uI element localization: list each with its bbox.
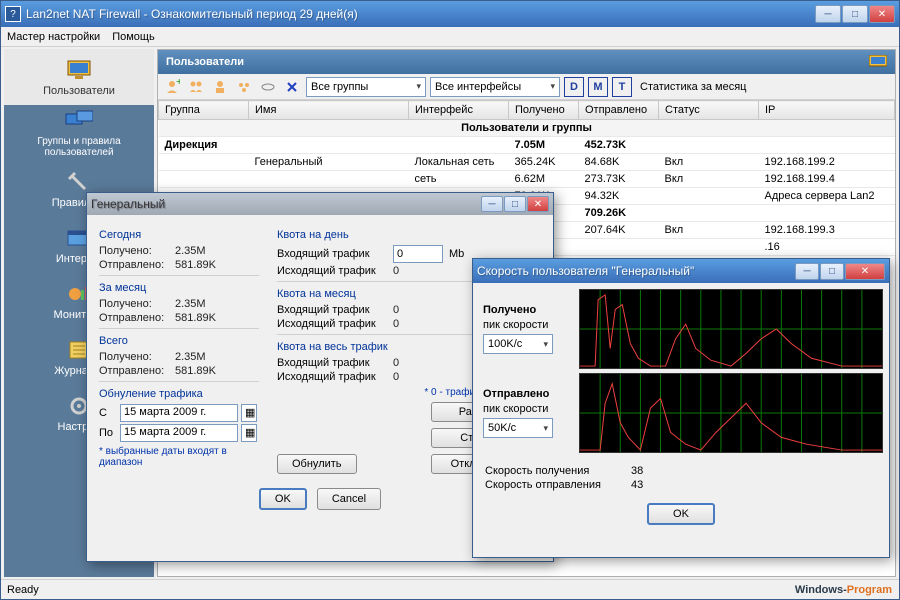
col-name[interactable]: Имя [249,101,409,120]
section-today: Сегодня [99,229,259,241]
menu-wizard[interactable]: Мастер настройки [7,31,100,43]
speed-peak-label2: пик скорости [483,403,575,415]
date-from-picker[interactable]: ▦ [241,404,257,422]
speed-sent-label: Отправлено [483,388,575,400]
panel-title: Пользователи [166,56,244,68]
date-to-input[interactable]: 15 марта 2009 г. [120,424,238,442]
section-total: Всего [99,335,259,347]
wrench-icon [65,170,93,194]
svg-text:+: + [176,79,180,88]
add-users-button[interactable] [186,77,206,97]
speed-dialog-titlebar: Скорость пользователя "Генеральный" ─ □ … [473,259,889,283]
panel-header: Пользователи [158,50,895,74]
watermark: Windows-Program [795,580,892,598]
monitors-icon [65,109,93,133]
menu-help[interactable]: Помощь [112,31,155,43]
group-section-header: Пользователи и группы [159,120,895,137]
sidebar-item-label: Пользователи [43,85,115,97]
recv-graph [579,289,883,369]
main-titlebar: ? Lan2net NAT Firewall - Ознакомительный… [1,1,899,27]
col-iface[interactable]: Интерфейс [409,101,509,120]
sidebar-item-label: Группы и правила пользователей [4,136,154,158]
speed-minimize-button[interactable]: ─ [795,263,819,280]
cancel-button[interactable]: Cancel [317,488,381,510]
recv-speed-value: 38 [631,465,643,477]
recv-scale-combo[interactable]: 100K/c [483,334,553,354]
menubar: Мастер настройки Помощь [1,27,899,47]
users-toolbar: + Все группы Все интерфейсы D M T Статис… [158,74,895,100]
panel-monitor-icon [869,55,887,69]
speed-peak-label: пик скорости [483,319,575,331]
user-dialog-title: Генеральный [91,197,481,211]
quota-day-in-input[interactable] [393,245,443,263]
table-row[interactable]: сеть6.62M273.73KВкл192.168.199.4 [159,171,895,188]
speed-ok-button[interactable]: OK [647,503,715,525]
monitor-icon [65,58,93,82]
reset-button[interactable]: Обнулить [277,454,357,474]
view-m-button[interactable]: M [588,77,608,97]
filter-button[interactable] [258,77,278,97]
sent-speed-value: 43 [631,479,643,491]
date-from-input[interactable]: 15 марта 2009 г. [120,404,238,422]
col-ip[interactable]: IP [759,101,895,120]
col-group[interactable]: Группа [159,101,249,120]
table-row[interactable]: ГенеральныйЛокальная сеть365.24K84.68KВк… [159,154,895,171]
section-quota-day: Квота на день [277,229,541,241]
delete-button[interactable] [282,77,302,97]
group-button[interactable] [234,77,254,97]
stats-label: Статистика за месяц [640,81,746,93]
col-recv[interactable]: Получено [509,101,579,120]
speed-close-button[interactable]: ✕ [845,263,885,280]
statusbar: Ready [1,579,899,599]
app-icon: ? [5,6,21,22]
user-dialog-titlebar: Генеральный ─ □ ✕ [87,193,553,215]
view-d-button[interactable]: D [564,77,584,97]
view-t-button[interactable]: T [612,77,632,97]
dialog-close-button[interactable]: ✕ [527,196,549,212]
speed-recv-label: Получено [483,304,575,316]
maximize-button[interactable]: □ [842,5,868,23]
user-props-button[interactable] [210,77,230,97]
close-button[interactable]: ✕ [869,5,895,23]
date-to-picker[interactable]: ▦ [241,424,257,442]
ok-button[interactable]: OK [259,488,307,510]
speed-dialog: Скорость пользователя "Генеральный" ─ □ … [472,258,890,558]
sidebar-item-groups[interactable]: Группы и правила пользователей [4,105,154,161]
sent-scale-combo[interactable]: 50K/c [483,418,553,438]
recv-speed-label: Скорость получения [485,465,625,477]
dialog-minimize-button[interactable]: ─ [481,196,503,212]
col-sent[interactable]: Отправлено [579,101,659,120]
speed-dialog-title: Скорость пользователя "Генеральный" [477,264,795,278]
date-note: * выбранные даты входят в диапазон [99,446,259,468]
table-row[interactable]: Дирекция7.05M452.73K [159,137,895,154]
minimize-button[interactable]: ─ [815,5,841,23]
main-title: Lan2net NAT Firewall - Ознакомительный п… [26,7,815,21]
sent-graph [579,373,883,453]
sidebar-item-users[interactable]: Пользователи [4,49,154,105]
col-status[interactable]: Статус [659,101,759,120]
sent-speed-label: Скорость отправления [485,479,625,491]
status-text: Ready [7,584,39,596]
dialog-maximize-button[interactable]: □ [504,196,526,212]
section-reset: Обнуление трафика [99,388,259,400]
add-user-button[interactable]: + [162,77,182,97]
iface-filter-combo[interactable]: Все интерфейсы [430,77,560,97]
group-filter-combo[interactable]: Все группы [306,77,426,97]
section-month: За месяц [99,282,259,294]
speed-maximize-button[interactable]: □ [820,263,844,280]
